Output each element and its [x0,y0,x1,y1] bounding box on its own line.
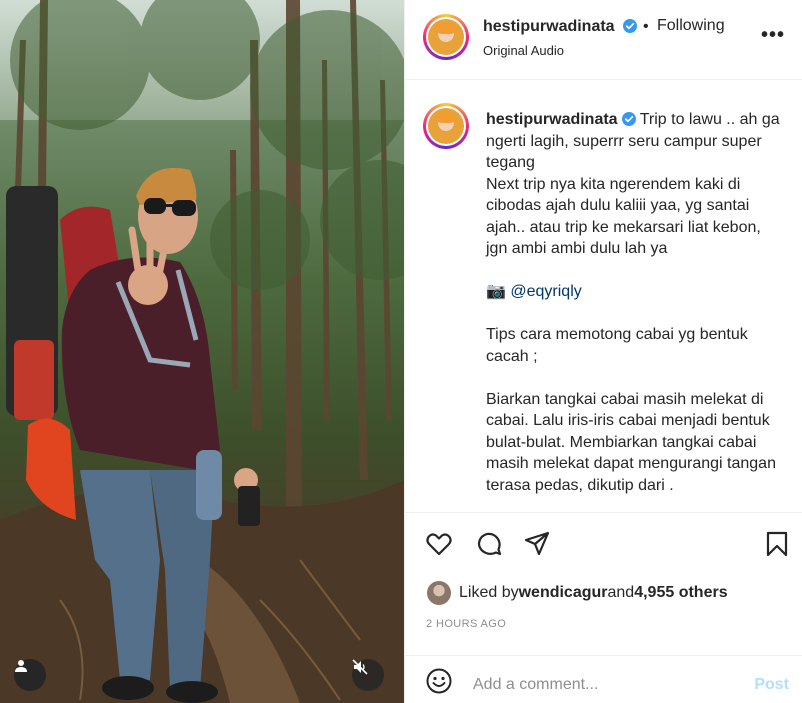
action-bar [405,514,802,574]
caption-username[interactable]: hestipurwadinata [486,111,618,128]
caption-body-1: Trip to lawu .. ah ga ngerti lagih, supe… [486,111,780,300]
post-detail-panel: hestipurwadinata • Following Original Au… [404,0,802,703]
following-button[interactable]: Following [657,17,725,35]
speaker-muted-icon [352,659,368,675]
caption-section: hestipurwadinata Trip to lawu .. ah ga n… [405,81,802,513]
verified-badge-icon [623,19,638,33]
audio-link[interactable]: Original Audio [483,43,564,58]
comment-icon[interactable] [475,530,503,558]
comment-input[interactable]: Add a comment... [473,676,598,694]
caption-mention-link[interactable]: @eqyriqly [510,283,581,300]
more-options-icon[interactable]: ••• [761,24,785,47]
liker-username[interactable]: wendicagur [519,584,608,602]
tagged-users-button[interactable] [14,659,46,691]
author-avatar[interactable] [423,14,469,60]
mute-button[interactable] [352,659,384,691]
save-bookmark-icon[interactable] [763,530,791,558]
like-heart-icon[interactable] [425,530,453,558]
likes-middle: and [607,584,635,601]
post-comment-button[interactable]: Post [754,676,789,694]
person-icon [15,660,27,672]
likes-prefix: Liked by [459,584,519,601]
caption-author-avatar[interactable] [423,103,469,149]
author-username-text[interactable]: hestipurwadinata [483,18,615,35]
comment-bar: Add a comment... Post [405,655,802,703]
caption-text: hestipurwadinata Trip to lawu .. ah ga n… [486,109,786,496]
caption-body-2: Tips cara memotong cabai yg bentuk cacah… [486,326,776,494]
likes-summary[interactable]: Liked by wendicagur and 4,955 others [427,580,728,606]
post-media-video[interactable] [0,0,404,703]
verified-badge-icon [621,112,636,126]
liker-avatar [427,581,451,605]
likes-others-link[interactable]: 4,955 others [634,584,727,602]
emoji-icon[interactable] [425,667,453,695]
author-username[interactable]: hestipurwadinata [483,18,638,36]
share-send-icon[interactable] [523,530,551,558]
post-header: hestipurwadinata • Following Original Au… [405,0,802,80]
video-frame-illustration [0,0,404,703]
post-timestamp[interactable]: 2 HOURS AGO [426,618,506,630]
header-separator: • [643,18,649,35]
